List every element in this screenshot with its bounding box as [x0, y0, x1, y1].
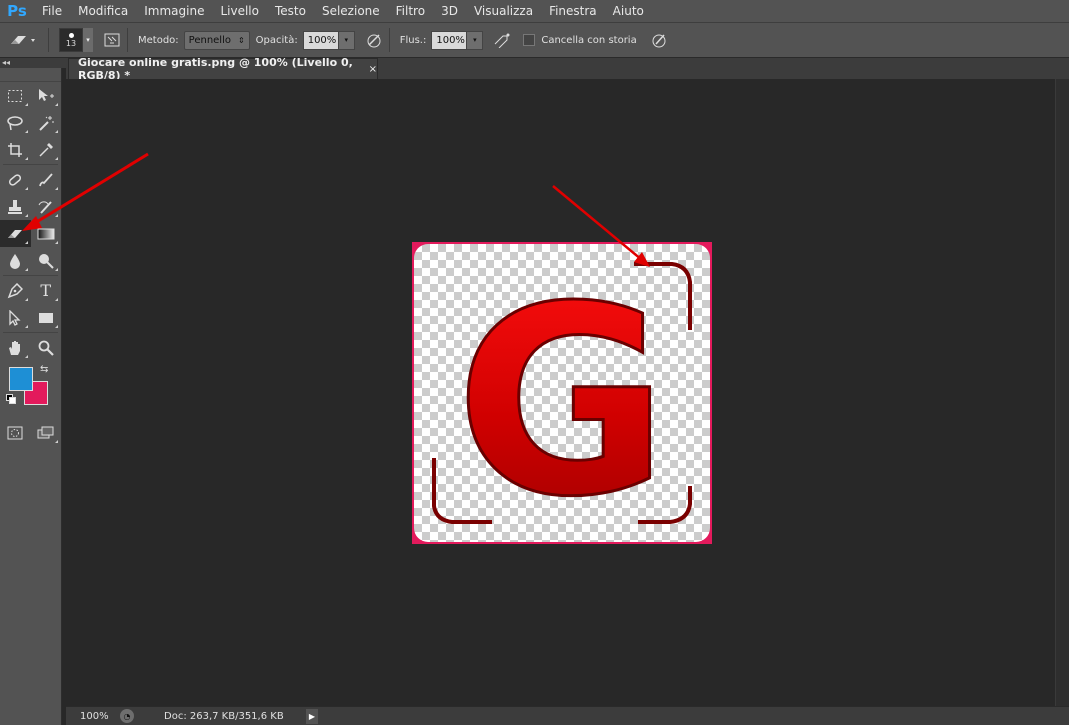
flow-dropdown-arrow[interactable]: ▾	[467, 30, 484, 50]
menu-modifica[interactable]: Modifica	[70, 0, 136, 22]
pressure-opacity-icon[interactable]	[363, 29, 385, 51]
menu-immagine[interactable]: Immagine	[136, 0, 212, 22]
menu-livello[interactable]: Livello	[212, 0, 267, 22]
menu-selezione[interactable]: Selezione	[314, 0, 388, 22]
dodge-tool-icon[interactable]	[31, 247, 62, 274]
options-bar: 13 ▾ Metodo: Pennello ⇕ Opacità: 100% ▾ …	[0, 22, 1069, 58]
clone-stamp-tool-icon[interactable]	[0, 193, 31, 220]
document-canvas[interactable]: G	[412, 242, 712, 544]
default-colors-icon[interactable]	[6, 394, 16, 404]
screen-mode-icon[interactable]	[31, 419, 62, 446]
blur-tool-icon[interactable]	[0, 247, 31, 274]
magic-wand-tool-icon[interactable]	[31, 109, 62, 136]
brush-dot-icon	[68, 32, 74, 38]
pen-tool-icon[interactable]	[0, 277, 31, 304]
brush-picker[interactable]: 13 ▾	[59, 28, 93, 52]
crop-tool-icon[interactable]	[0, 136, 31, 163]
pressure-size-icon[interactable]	[648, 29, 670, 51]
brush-panel-toggle-icon[interactable]	[101, 29, 123, 51]
separator	[127, 28, 128, 52]
rectangle-tool-icon[interactable]	[31, 304, 62, 331]
status-menu-arrow-icon[interactable]: ▶	[306, 708, 318, 724]
status-info-icon[interactable]: ◔	[120, 709, 134, 723]
color-swatches: ⇆	[0, 361, 61, 419]
eyedropper-tool-icon[interactable]	[31, 136, 62, 163]
airbrush-icon[interactable]	[491, 29, 513, 51]
eraser-tool-icon[interactable]	[0, 220, 31, 247]
flow-label: Flus.:	[399, 34, 427, 46]
brush-dropdown-arrow[interactable]: ▾	[83, 28, 93, 52]
opacity-input[interactable]: 100%	[302, 30, 339, 50]
separator	[48, 28, 49, 52]
foreground-color-swatch[interactable]	[9, 367, 33, 391]
tools-panel: T ⇆	[0, 68, 62, 725]
logo-artwork: G	[432, 251, 692, 544]
menu-aiuto[interactable]: Aiuto	[605, 0, 652, 22]
zoom-level-field[interactable]: 100%	[66, 711, 116, 722]
menu-visualizza[interactable]: Visualizza	[466, 0, 541, 22]
mode-select[interactable]: Pennello ⇕	[183, 30, 250, 50]
menu-3d[interactable]: 3D	[433, 0, 466, 22]
brush-size: 13	[65, 38, 77, 48]
photoshop-logo: Ps	[7, 2, 27, 20]
brush-preview[interactable]: 13	[59, 28, 83, 52]
separator	[388, 28, 390, 52]
menu-bar: Ps File Modifica Immagine Livello Testo …	[0, 0, 1069, 22]
hand-tool-icon[interactable]	[0, 334, 31, 361]
gradient-tool-icon[interactable]	[31, 220, 62, 247]
close-tab-icon[interactable]: ×	[369, 64, 377, 75]
menu-finestra[interactable]: Finestra	[541, 0, 605, 22]
mode-value: Pennello	[188, 34, 231, 46]
flow-input[interactable]: 100%	[431, 30, 468, 50]
vertical-scrollbar[interactable]	[1055, 79, 1069, 706]
document-size-info: Doc: 263,7 KB/351,6 KB	[164, 710, 284, 722]
swap-colors-icon[interactable]: ⇆	[40, 364, 48, 375]
zoom-tool-icon[interactable]	[31, 334, 62, 361]
menu-file[interactable]: File	[34, 0, 70, 22]
history-brush-tool-icon[interactable]	[31, 193, 62, 220]
eraser-icon	[11, 36, 35, 44]
healing-brush-tool-icon[interactable]	[0, 166, 31, 193]
document-tab[interactable]: Giocare online gratis.png @ 100% (Livell…	[68, 56, 378, 82]
opacity-dropdown-arrow[interactable]: ▾	[338, 30, 355, 50]
toolbar-grip[interactable]	[0, 68, 61, 82]
marquee-tool-icon[interactable]	[0, 82, 31, 109]
quick-mask-icon[interactable]	[0, 419, 31, 446]
tool-preset-picker[interactable]	[0, 26, 44, 54]
erase-history-label: Cancella con storia	[541, 34, 637, 46]
toolbar-collapse[interactable]: ◂◂	[0, 58, 66, 68]
opacity-label: Opacità:	[255, 34, 298, 46]
menu-testo[interactable]: Testo	[267, 0, 314, 22]
type-tool-icon[interactable]: T	[31, 277, 62, 304]
move-tool-icon[interactable]	[31, 82, 62, 109]
lasso-tool-icon[interactable]	[0, 109, 31, 136]
menu-filtro[interactable]: Filtro	[388, 0, 433, 22]
erase-history-checkbox[interactable]	[523, 34, 536, 46]
mode-label: Metodo:	[138, 34, 179, 46]
brush-tool-icon[interactable]	[31, 166, 62, 193]
logo-letter: G	[455, 252, 668, 544]
updown-icon: ⇕	[237, 35, 245, 45]
status-bar: 100% ◔ Doc: 263,7 KB/351,6 KB ▶	[66, 706, 1069, 725]
path-selection-tool-icon[interactable]	[0, 304, 31, 331]
